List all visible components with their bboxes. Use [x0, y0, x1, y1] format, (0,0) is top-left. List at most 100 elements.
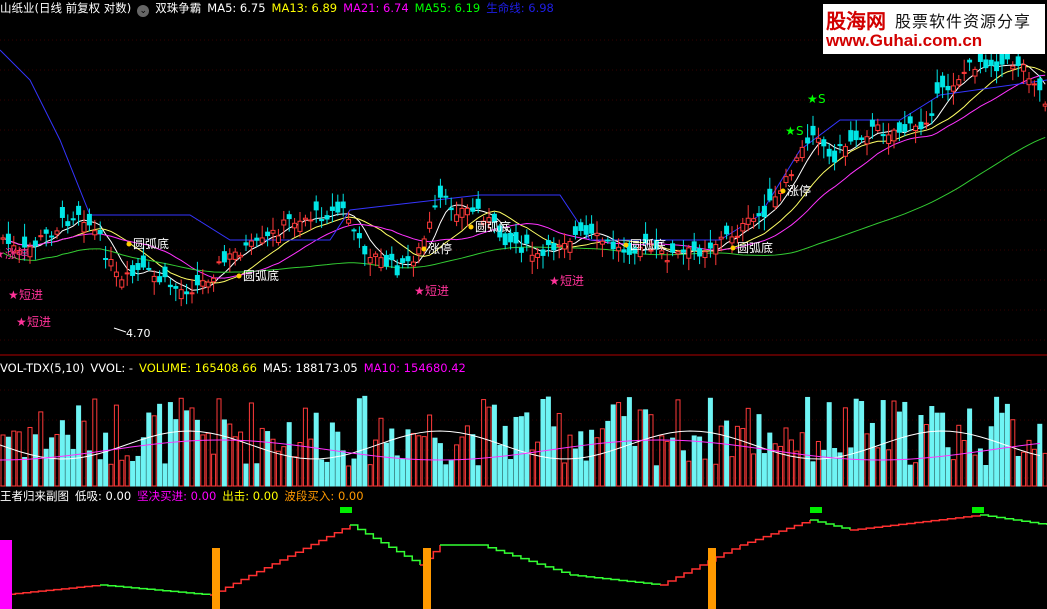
top-signal-marker — [810, 507, 822, 513]
annotation-label: 圆弧底 — [737, 240, 773, 255]
candle-body — [734, 235, 740, 238]
candle-body — [940, 75, 946, 88]
candle-body — [211, 277, 217, 283]
annotation-label: S — [818, 92, 826, 106]
volume-bar — [297, 442, 303, 487]
annotation-dot — [780, 188, 786, 194]
volume-bar — [151, 415, 157, 487]
candle-body — [281, 219, 287, 226]
candle-body — [362, 246, 368, 255]
volume-bar — [178, 397, 184, 487]
volume-bar — [626, 397, 632, 487]
volume-bar — [130, 461, 136, 487]
volume-bar — [934, 412, 940, 487]
candle-body — [837, 144, 843, 147]
candle-body — [794, 157, 800, 162]
candle-body — [459, 207, 465, 218]
candle-body — [713, 244, 719, 255]
stock-chart-canvas[interactable]: 圆弧底圆弧底涨停圆弧底圆弧底圆弧底涨停★短进★短进★短进★短进★涨停★S★S4.… — [0, 0, 1047, 609]
indicator-dropdown-icon[interactable]: ⌄ — [137, 5, 150, 17]
sub-step-segment — [480, 544, 571, 575]
candle-body — [535, 253, 541, 258]
volume-bar — [65, 434, 71, 487]
candle-body — [275, 235, 281, 244]
candle-body — [518, 247, 524, 253]
candle-body — [81, 222, 87, 233]
volume-bar — [918, 415, 924, 487]
indicator-name[interactable]: 双珠争霸 — [155, 1, 201, 15]
star-icon: ★ — [549, 274, 560, 288]
candle-body — [1042, 103, 1047, 107]
life-line — [0, 49, 1047, 241]
volume-bar — [508, 459, 514, 487]
volume-bar — [324, 461, 330, 487]
candle-body — [999, 53, 1005, 65]
annotation-label: 圆弧底 — [475, 219, 511, 234]
volume-bar — [92, 398, 98, 487]
volume-bar — [675, 399, 681, 487]
candle-body — [680, 249, 686, 253]
volume-bar — [119, 459, 125, 487]
main_panel.ma_labels-item: 生命线: 6.98 — [486, 1, 554, 15]
sub-indicator-title[interactable]: 王者归来副图 — [0, 489, 69, 503]
candle-body — [113, 271, 119, 278]
volume-indicator-title[interactable]: VOL-TDX(5,10) — [0, 361, 84, 375]
signal-bar — [708, 548, 716, 609]
candle-body — [400, 258, 406, 263]
sub-step-segment — [570, 574, 661, 585]
candle-body — [923, 122, 929, 125]
candle-body — [751, 218, 757, 222]
candle-body — [551, 242, 557, 251]
candle-body — [265, 231, 271, 237]
annotation-label: S — [796, 124, 804, 138]
watermark-site-name: 股海网 — [826, 9, 886, 33]
candle-body — [988, 59, 994, 66]
volume-bar — [162, 463, 168, 487]
volume-bar — [902, 401, 908, 487]
volume-bar — [59, 420, 65, 487]
candle-body — [292, 222, 298, 229]
candle-body — [761, 205, 767, 218]
volume-bar — [459, 436, 465, 487]
volume-bar — [1010, 419, 1016, 487]
volume-bar — [907, 464, 913, 487]
sub-step-segment — [0, 585, 101, 596]
annotation-label: 短进 — [560, 274, 584, 288]
candle-body — [1037, 78, 1043, 91]
candle-body — [589, 223, 595, 234]
annotation-dot — [468, 224, 474, 230]
volume-bar — [583, 460, 589, 487]
candle-body — [983, 59, 989, 69]
stock-title[interactable]: 山纸业(日线 前复权 对数) — [0, 1, 131, 15]
volume-bar — [221, 419, 227, 487]
volume-bar — [454, 444, 460, 487]
candle-body — [38, 235, 44, 238]
volume_panel.items-item: MA10: 154680.42 — [363, 361, 466, 375]
annotation-dot — [236, 273, 242, 279]
volume-bar — [815, 441, 821, 487]
volume-bar — [216, 398, 222, 487]
volume-bar — [729, 456, 735, 487]
candle-body — [756, 213, 762, 217]
candle-body — [556, 244, 562, 248]
candle-body — [151, 275, 157, 283]
candle-body — [0, 237, 6, 240]
volume-bar — [5, 436, 11, 487]
candle-body — [130, 265, 136, 276]
candle-body — [621, 249, 627, 253]
volume-bar — [869, 422, 875, 487]
volume-bar — [702, 458, 708, 487]
volume-bar — [713, 463, 719, 487]
candle-body — [135, 263, 141, 270]
volume-bar — [38, 411, 44, 487]
sub-indicator-steps — [0, 514, 1047, 596]
sub-step-segment — [850, 515, 981, 531]
volume-bar — [346, 465, 352, 487]
candle-body — [389, 253, 395, 261]
ma55-line — [2, 136, 1046, 273]
volume-bar — [734, 425, 740, 487]
volume-bar — [988, 426, 994, 487]
candle-body — [259, 237, 265, 244]
volume-bar — [400, 458, 406, 487]
volume-bar — [356, 398, 362, 487]
